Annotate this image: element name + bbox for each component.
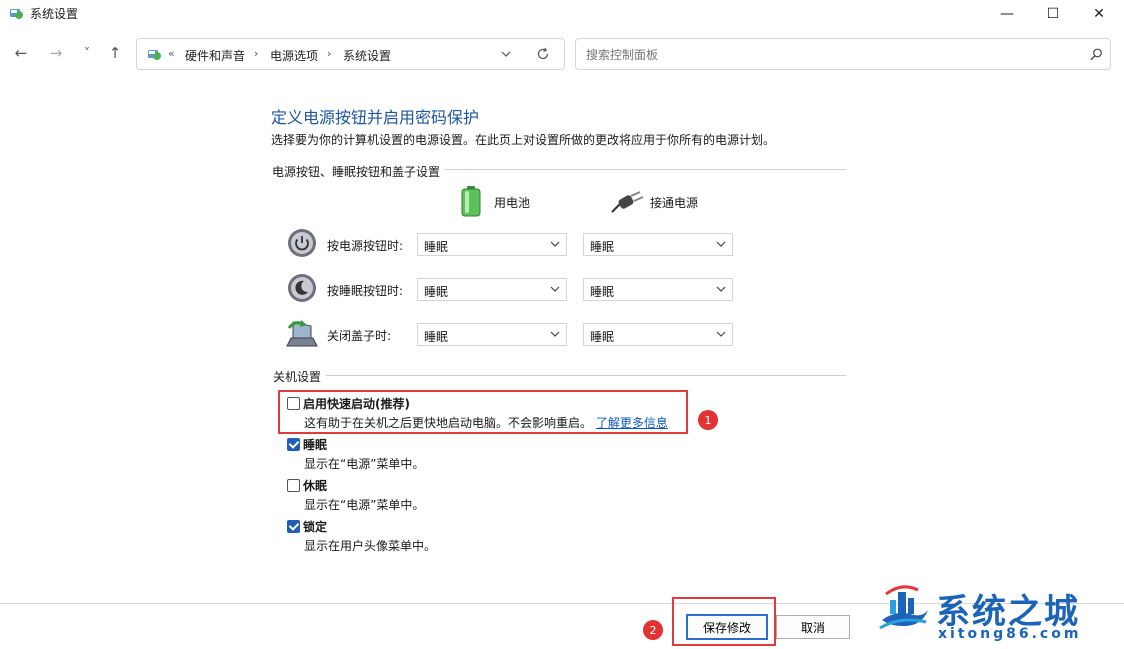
close-button[interactable]: ✕ (1076, 0, 1122, 28)
select-value: 睡眠 (590, 285, 615, 299)
breadcrumb-separator: › (254, 47, 259, 60)
fast-startup-desc-text: 这有助于在关机之后更快地启动电脑。不会影响重启。 (304, 416, 593, 430)
battery-column-label: 用电池 (494, 196, 531, 210)
select-value: 睡眠 (590, 240, 615, 254)
group-divider (326, 375, 846, 376)
minimize-icon: — (1000, 6, 1014, 22)
recent-locations-button[interactable]: ˅ (76, 42, 98, 64)
fast-startup-title[interactable]: 启用快速启动(推荐) (303, 395, 410, 412)
hibernate-checkbox[interactable] (287, 479, 300, 492)
close-lid-label: 关闭盖子时: (327, 329, 392, 343)
chevron-down-icon (550, 286, 560, 292)
control-panel-icon (148, 50, 161, 60)
breadcrumb-system-settings[interactable]: 系统设置 (343, 47, 391, 64)
select-value: 睡眠 (424, 240, 449, 254)
sleep-button-label: 按睡眠按钮时: (327, 284, 404, 298)
power-button-battery-select[interactable]: 睡眠 (417, 233, 567, 256)
power-button-icon (288, 229, 316, 257)
back-arrow-icon: ← (14, 44, 28, 62)
forward-button[interactable]: → (45, 42, 67, 64)
window-title: 系统设置 (30, 7, 79, 21)
battery-icon (461, 186, 481, 217)
forward-arrow-icon: → (49, 44, 63, 62)
sleep-button-battery-select[interactable]: 睡眠 (417, 278, 567, 301)
sleep-button-plugged-select[interactable]: 睡眠 (583, 278, 733, 301)
annotation-badge-1: 1 (698, 410, 718, 430)
breadcrumb-hardware-sound[interactable]: 硬件和声音 (185, 47, 245, 64)
cancel-button[interactable]: 取消 (776, 615, 850, 639)
power-plug-icon (611, 191, 644, 213)
control-panel-icon (10, 9, 23, 19)
power-buttons-group-label: 电源按钮、睡眠按钮和盖子设置 (272, 165, 441, 179)
lock-option-description: 显示在用户头像菜单中。 (304, 539, 437, 553)
power-button-label: 按电源按钮时: (327, 239, 404, 253)
group-divider (444, 169, 846, 170)
minimize-button[interactable]: — (984, 0, 1030, 28)
save-changes-button[interactable]: 保存修改 (686, 614, 768, 640)
lock-checkbox[interactable] (287, 520, 300, 533)
hibernate-option-description: 显示在“电源”菜单中。 (304, 498, 425, 512)
annotation-badge-2: 2 (643, 620, 663, 640)
laptop-lid-icon (286, 320, 318, 347)
title-bar: 系统设置 — ☐ ✕ (0, 0, 1124, 28)
watermark-url: xitong86.com (938, 626, 1082, 642)
search-input[interactable] (584, 45, 1068, 65)
learn-more-link[interactable]: 了解更多信息 (596, 416, 668, 430)
select-value: 睡眠 (424, 330, 449, 344)
chevron-down-icon (716, 241, 726, 247)
maximize-icon: ☐ (1046, 6, 1060, 22)
page-title: 定义电源按钮并启用密码保护 (271, 108, 480, 127)
search-box[interactable] (575, 38, 1111, 70)
chevron-down-icon (550, 331, 560, 337)
hibernate-option-title[interactable]: 休眠 (303, 477, 327, 494)
breadcrumb-power-options[interactable]: 电源选项 (270, 47, 318, 64)
sleep-option-description: 显示在“电源”菜单中。 (304, 457, 425, 471)
search-icon[interactable] (1090, 48, 1103, 61)
sleep-button-icon (288, 274, 316, 302)
select-value: 睡眠 (590, 330, 615, 344)
lock-option-title[interactable]: 锁定 (303, 518, 327, 535)
chevron-down-icon[interactable] (501, 51, 511, 58)
breadcrumb-separator: › (327, 47, 332, 60)
up-button[interactable]: ↑ (104, 42, 126, 64)
breadcrumb-overflow[interactable]: « (168, 47, 175, 60)
chevron-down-icon (550, 241, 560, 247)
sleep-checkbox[interactable] (287, 438, 300, 451)
chevron-down-icon (716, 331, 726, 337)
sleep-option-title[interactable]: 睡眠 (303, 436, 327, 453)
back-button[interactable]: ← (10, 42, 32, 64)
power-button-plugged-select[interactable]: 睡眠 (583, 233, 733, 256)
close-icon: ✕ (1093, 6, 1105, 22)
select-value: 睡眠 (424, 285, 449, 299)
chevron-down-icon: ˅ (84, 46, 90, 60)
watermark-logo-icon (879, 585, 928, 630)
chevron-down-icon (716, 286, 726, 292)
address-bar[interactable]: « 硬件和声音 › 电源选项 › 系统设置 (136, 38, 565, 70)
close-lid-plugged-select[interactable]: 睡眠 (583, 323, 733, 346)
refresh-icon[interactable] (536, 47, 550, 61)
fast-startup-description: 这有助于在关机之后更快地启动电脑。不会影响重启。 了解更多信息 (304, 414, 668, 431)
up-arrow-icon: ↑ (108, 44, 122, 62)
fast-startup-checkbox[interactable] (287, 397, 300, 410)
shutdown-group-label: 关机设置 (273, 370, 322, 384)
close-lid-battery-select[interactable]: 睡眠 (417, 323, 567, 346)
plugged-column-label: 接通电源 (650, 196, 699, 210)
page-description: 选择要为你的计算机设置的电源设置。在此页上对设置所做的更改将应用于你所有的电源计… (271, 133, 776, 147)
maximize-button[interactable]: ☐ (1030, 0, 1076, 28)
